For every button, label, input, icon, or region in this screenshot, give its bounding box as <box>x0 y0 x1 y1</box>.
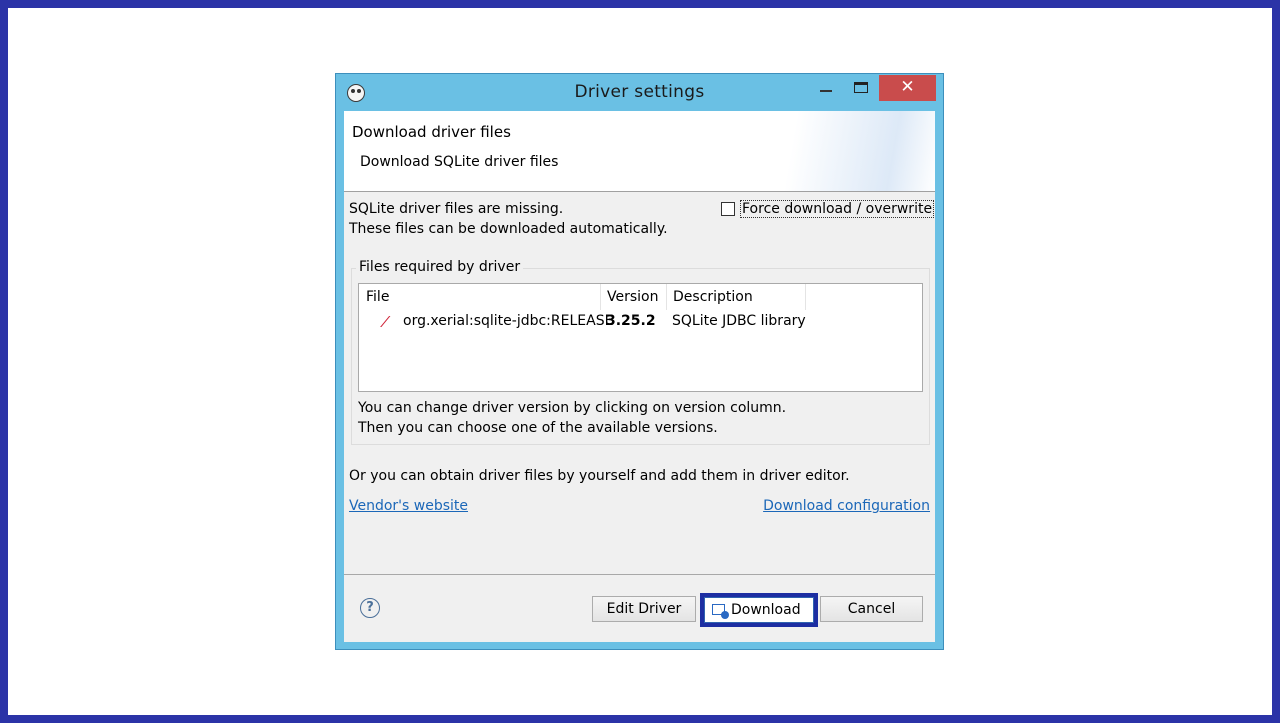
maximize-button[interactable] <box>854 82 868 93</box>
missing-message-line2: These files can be downloaded automatica… <box>349 221 668 237</box>
version-hint-line2: Then you can choose one of the available… <box>358 420 718 436</box>
download-icon <box>712 604 729 619</box>
column-header-description[interactable]: Description <box>673 284 753 310</box>
minimize-button[interactable] <box>820 90 832 92</box>
version-hint-line1: You can change driver version by clickin… <box>358 400 787 416</box>
title-bar[interactable]: Driver settings ✕ <box>336 74 943 111</box>
cancel-button[interactable]: Cancel <box>820 596 923 622</box>
manual-download-text: Or you can obtain driver files by yourse… <box>349 468 850 484</box>
column-separator <box>805 284 806 310</box>
footer-divider <box>344 574 935 575</box>
driver-files-table[interactable]: File Version Description ⁄ org.xerial:sq… <box>358 283 923 392</box>
close-icon: ✕ <box>900 77 915 97</box>
window-title: Driver settings <box>574 82 705 102</box>
column-separator <box>600 284 601 310</box>
edit-driver-button[interactable]: Edit Driver <box>592 596 696 622</box>
column-header-file[interactable]: File <box>366 284 389 310</box>
column-header-version[interactable]: Version <box>607 284 658 310</box>
help-icon[interactable]: ? <box>360 598 380 618</box>
header-description: Download SQLite driver files <box>360 154 559 170</box>
download-button[interactable]: Download <box>704 597 814 623</box>
vendor-website-link[interactable]: Vendor's website <box>349 498 468 514</box>
column-separator <box>666 284 667 310</box>
dialog-content: Download driver files Download SQLite dr… <box>344 111 935 642</box>
header-title: Download driver files <box>352 123 511 141</box>
close-button[interactable]: ✕ <box>879 75 936 101</box>
maven-feather-icon: ⁄ <box>384 313 387 331</box>
download-button-label: Download <box>731 602 801 618</box>
row-file-cell[interactable]: org.xerial:sqlite-jdbc:RELEASE <box>403 313 613 329</box>
download-button-focus: Download <box>700 593 818 627</box>
force-download-label[interactable]: Force download / overwrite <box>740 200 935 218</box>
row-description-cell: SQLite JDBC library <box>672 313 806 329</box>
driver-settings-dialog: Driver settings ✕ Download driver files … <box>335 73 944 650</box>
files-group-label: Files required by driver <box>356 259 524 275</box>
wizard-header: Download driver files Download SQLite dr… <box>344 111 935 192</box>
force-download-checkbox[interactable] <box>721 202 735 216</box>
missing-message-line1: SQLite driver files are missing. <box>349 201 564 217</box>
download-configuration-link[interactable]: Download configuration <box>763 498 930 514</box>
row-version-cell[interactable]: 3.25.2 <box>606 313 656 329</box>
